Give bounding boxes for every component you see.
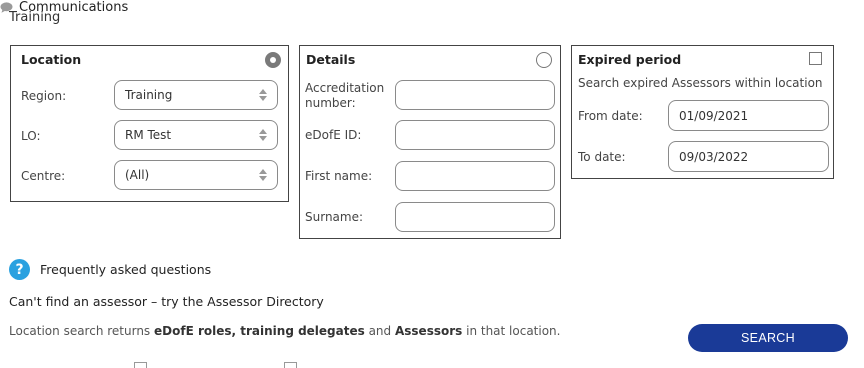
up-down-arrows-icon [259,169,267,181]
expired-period-checkbox[interactable] [809,52,822,65]
surname-input[interactable] [395,202,555,232]
partial-checkbox[interactable] [134,362,147,368]
centre-value: (All) [125,168,150,182]
centre-select[interactable]: (All) [114,160,278,190]
region-label: Region: [21,89,67,103]
surname-label: Surname: [305,210,364,224]
lo-select[interactable]: RM Test [114,120,278,150]
location-radio[interactable] [265,52,281,68]
details-radio[interactable] [536,52,552,68]
up-down-arrows-icon [259,89,267,101]
location-search-info: Location search returns eDofE roles, tra… [9,324,561,338]
accreditation-label: Accreditation number: [305,81,385,110]
accreditation-input[interactable] [395,80,555,110]
search-button[interactable]: SEARCH [688,324,848,352]
page-title: Training [9,10,61,25]
to-date-label: To date: [578,150,626,164]
expired-period-description: Search expired Assessors within location [578,76,823,90]
assessor-directory-link[interactable]: Can't find an assessor – try the Assesso… [9,294,324,309]
centre-label: Centre: [21,169,66,183]
region-value: Training [125,88,173,102]
details-panel-title: Details [306,52,356,67]
lo-value: RM Test [125,128,172,142]
edofe-id-label: eDofE ID: [305,128,362,142]
details-panel: Details Accreditation number: eDofE ID: … [299,45,561,239]
region-select[interactable]: Training [114,80,278,110]
communications-link[interactable]: Communications [0,0,864,15]
faq-link[interactable]: Frequently asked questions [40,262,211,277]
lo-label: LO: [21,129,41,143]
expired-period-panel: Expired period Search expired Assessors … [571,45,834,179]
to-date-input[interactable] [668,141,829,172]
expired-period-title: Expired period [578,52,682,67]
location-panel-title: Location [21,52,82,67]
location-panel: Location Region: Training LO: RM Test Ce… [10,45,289,202]
first-name-label: First name: [305,169,373,183]
edofe-id-input[interactable] [395,120,555,150]
partial-checkbox[interactable] [284,362,297,368]
from-date-input[interactable] [668,100,829,131]
from-date-label: From date: [578,109,643,123]
first-name-input[interactable] [395,161,555,191]
question-icon[interactable]: ? [9,259,30,280]
up-down-arrows-icon [259,129,267,141]
